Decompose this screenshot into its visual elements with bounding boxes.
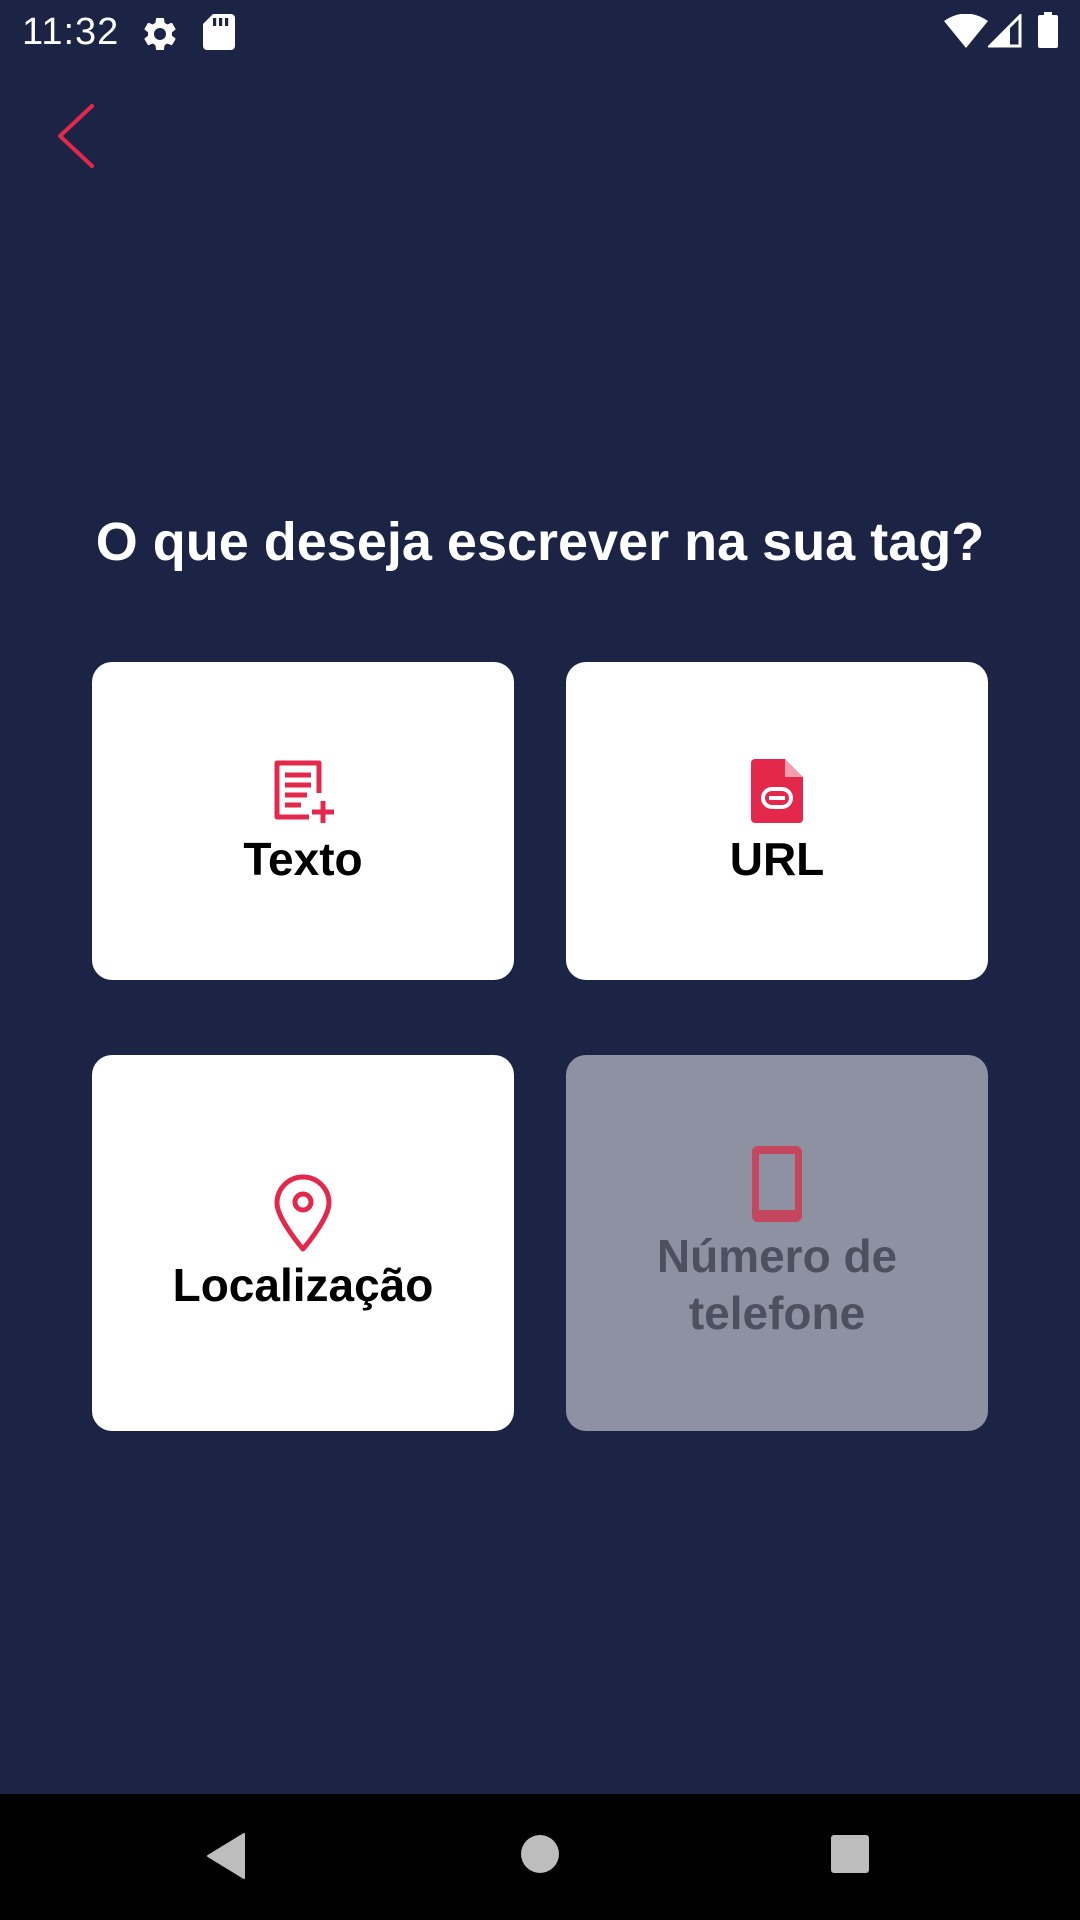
cell-signal-icon: [988, 14, 1022, 48]
home-circle-icon[interactable]: [520, 1834, 560, 1874]
text-add-icon: [274, 760, 334, 823]
option-card-location[interactable]: Localização: [92, 1055, 514, 1431]
option-label: Número de telefone: [656, 1230, 898, 1339]
navigation-bar: [0, 1794, 1080, 1920]
chevron-left-icon: [58, 104, 94, 168]
gear-icon: [144, 17, 176, 50]
sd-card-icon: [203, 14, 235, 50]
battery-icon: [1038, 12, 1058, 48]
wifi-icon: [944, 14, 988, 48]
back-triangle-icon[interactable]: [204, 1832, 248, 1880]
location-pin-icon: [274, 1174, 332, 1251]
page-title: O que deseja escrever na sua tag?: [95, 512, 985, 572]
phone-icon: [752, 1146, 802, 1222]
link-file-icon: [751, 758, 803, 823]
option-card-text[interactable]: Texto: [92, 662, 514, 980]
option-label: URL: [729, 832, 825, 885]
option-label: Texto: [243, 832, 363, 885]
option-card-url[interactable]: URL: [566, 662, 988, 980]
status-time: 11:32: [22, 11, 120, 53]
option-card-phone: Número de telefone: [566, 1055, 988, 1431]
status-bar: 11:32: [0, 0, 1080, 63]
option-label: Localização: [172, 1258, 434, 1311]
recents-square-icon[interactable]: [830, 1834, 870, 1874]
back-button[interactable]: [48, 96, 108, 176]
